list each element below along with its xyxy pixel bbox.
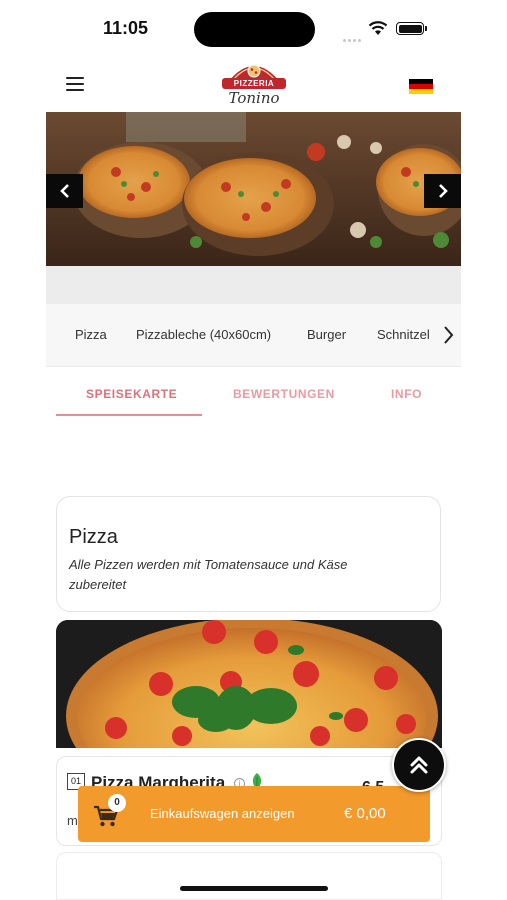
- scroll-top-icon: [410, 756, 428, 774]
- home-indicator: [180, 886, 328, 891]
- category-schnitzel[interactable]: Schnitzel: [377, 327, 430, 342]
- section-description: Alle Pizzen werden mit Tomatensauce und …: [69, 557, 348, 592]
- flag-de-icon[interactable]: [409, 79, 433, 94]
- wifi-icon: [368, 21, 388, 35]
- tab-speisekarte[interactable]: SPEISEKARTE: [86, 387, 177, 401]
- cart-label: Einkaufswagen anzeigen: [150, 806, 295, 821]
- status-bar: 11:05: [0, 0, 507, 56]
- scroll-top-button[interactable]: [392, 738, 446, 792]
- pizzeria-logo[interactable]: PIZZERIA Tonino: [222, 56, 286, 112]
- battery-icon: [396, 22, 427, 35]
- chevron-left-icon: [59, 184, 69, 198]
- logo-script: Tonino: [228, 89, 280, 107]
- dynamic-island: [194, 12, 315, 47]
- banner-spacer: [46, 266, 461, 304]
- carousel-next-button[interactable]: [424, 174, 461, 208]
- hero-carousel[interactable]: [46, 112, 461, 266]
- menu-icon[interactable]: [66, 77, 84, 91]
- view-cart-button[interactable]: 0 Einkaufswagen anzeigen € 0,00: [78, 786, 430, 842]
- category-burger[interactable]: Burger: [307, 327, 346, 342]
- pizza-banner-image: [46, 112, 461, 266]
- category-scroll-right-button[interactable]: [438, 321, 458, 349]
- pizza-category-image: [56, 620, 442, 748]
- category-pizza[interactable]: Pizza: [75, 327, 107, 342]
- tab-bewertungen[interactable]: BEWERTUNGEN: [233, 387, 335, 401]
- carousel-prev-button[interactable]: [46, 174, 83, 208]
- tab-info[interactable]: INFO: [391, 387, 422, 401]
- next-product-row[interactable]: [56, 852, 442, 900]
- product-subtext: m: [67, 813, 78, 828]
- cart-total: € 0,00: [344, 805, 386, 822]
- category-pizzableche[interactable]: Pizzableche (40x60cm): [136, 327, 271, 342]
- chevron-right-icon: [444, 326, 454, 344]
- cellular-signal-icon: [343, 29, 365, 42]
- section-header-card: Pizza Alle Pizzen werden mit Tomatensauc…: [56, 496, 441, 612]
- section-title: Pizza: [69, 526, 118, 548]
- status-time: 11:05: [103, 18, 149, 38]
- active-tab-indicator: [56, 414, 202, 416]
- tab-bar: SPEISEKARTE BEWERTUNGEN INFO: [46, 367, 461, 419]
- logo-title: PIZZERIA: [222, 78, 286, 89]
- category-bar: Pizza Pizzableche (40x60cm) Burger Schni…: [46, 304, 461, 367]
- app-header: PIZZERIA Tonino: [46, 56, 461, 112]
- cart-count-badge: 0: [108, 794, 126, 812]
- chevron-right-icon: [438, 184, 448, 198]
